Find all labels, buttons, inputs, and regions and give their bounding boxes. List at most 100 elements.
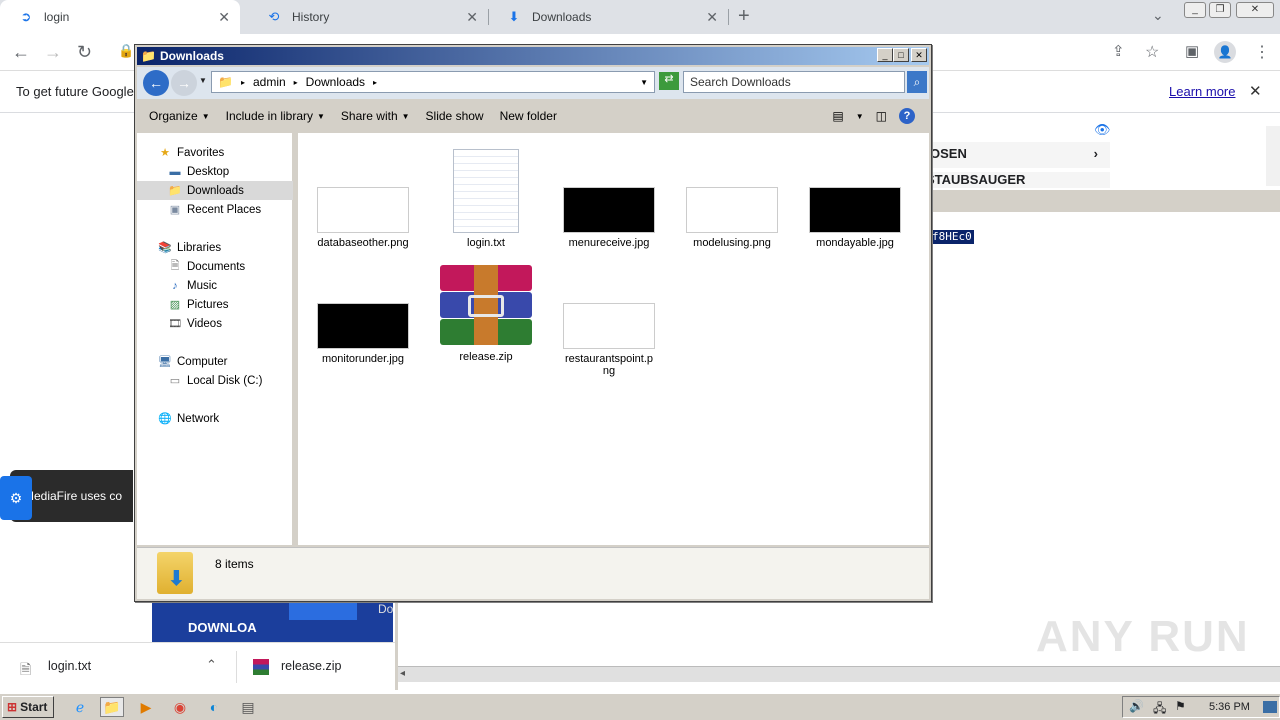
search-icon[interactable]: ⌕ <box>907 71 927 93</box>
nav-downloads[interactable]: 📁 Downloads <box>137 181 293 200</box>
file-name: mondayable.jpg <box>816 237 894 249</box>
flag-icon[interactable]: ⚑ <box>1175 699 1186 713</box>
minimize-button[interactable]: _ <box>877 48 893 62</box>
profile-avatar[interactable]: 👤 <box>1214 41 1236 63</box>
maximize-button[interactable]: □ <box>893 48 909 62</box>
explorer-taskbar-icon[interactable]: 📁 <box>100 697 124 717</box>
downloads-folder-icon: ⬇ <box>157 552 193 594</box>
window-title: Downloads <box>159 49 224 63</box>
winrar-icon <box>253 659 269 675</box>
chevron-right-icon: ▸ <box>240 77 245 87</box>
tab-login[interactable]: ➲ login ✕ <box>0 0 240 34</box>
address-box[interactable]: 📁 ▸ admin ▸ Downloads ▸ ▼ <box>211 71 655 93</box>
nav-favorites[interactable]: ★ Favorites <box>137 143 293 162</box>
tab-history[interactable]: ⟲ History ✕ <box>248 0 488 34</box>
nav-videos[interactable]: 🎞 Videos <box>137 314 293 333</box>
nav-documents[interactable]: 🗎 Documents <box>137 257 293 276</box>
libraries-icon: 📚 <box>158 242 172 254</box>
close-window-button[interactable]: ✕ <box>911 48 927 62</box>
chevron-down-icon[interactable]: ▼ <box>199 76 207 85</box>
speaker-icon[interactable]: 🔊 <box>1129 699 1144 713</box>
tab-downloads[interactable]: ⬇ Downloads ✕ <box>488 0 728 34</box>
maximize-button[interactable]: ❐ <box>1209 2 1231 18</box>
learn-more-link[interactable]: Learn more <box>1169 84 1235 99</box>
new-tab-button[interactable]: + <box>738 5 750 28</box>
share-with-button[interactable]: Share with ▼ <box>341 109 410 123</box>
close-icon[interactable]: ✕ <box>1249 82 1262 100</box>
history-icon: ⟲ <box>268 9 280 24</box>
preview-pane-icon[interactable]: ◫ <box>876 109 887 123</box>
file-item[interactable]: release.zip <box>431 263 541 363</box>
infobar-text: To get future Google <box>16 84 134 99</box>
new-folder-button[interactable]: New folder <box>500 109 557 123</box>
network-tray-icon[interactable]: 🖧 <box>1153 699 1166 720</box>
view-options-icon[interactable]: ▤ <box>832 109 843 123</box>
edge-icon[interactable]: ◐ <box>202 697 226 717</box>
slide-show-button[interactable]: Slide show <box>426 109 484 123</box>
menu-item[interactable]: OSEN › <box>930 142 1110 168</box>
download-item-name[interactable]: release.zip <box>281 659 341 673</box>
divider <box>236 651 237 683</box>
nav-recent-places[interactable]: ▣ Recent Places <box>137 200 293 219</box>
breadcrumb-item[interactable]: Downloads <box>306 75 365 89</box>
item-count: 8 items <box>215 557 254 571</box>
file-item[interactable]: monitorunder.jpg <box>308 263 418 365</box>
menu-item[interactable]: STAUBSAUGER <box>930 172 1110 188</box>
chevron-up-icon[interactable]: ⌃ <box>206 657 217 673</box>
internet-explorer-icon[interactable]: ℯ <box>68 697 92 717</box>
notepad-icon[interactable]: ▤ <box>236 697 260 717</box>
explorer-title-bar[interactable]: 📁 Downloads <box>137 47 929 65</box>
chevron-down-icon[interactable]: ⌄ <box>1152 7 1164 24</box>
file-item[interactable]: databaseother.png <box>308 147 418 249</box>
forward-icon[interactable]: → <box>44 42 62 63</box>
horizontal-scrollbar[interactable]: ◂ <box>398 666 1280 682</box>
download-item-name[interactable]: login.txt <box>48 659 91 673</box>
file-item[interactable]: modelusing.png <box>677 147 787 249</box>
breadcrumb-item[interactable]: admin <box>253 75 286 89</box>
clock[interactable]: 5:36 PM <box>1209 701 1250 713</box>
organize-button[interactable]: Organize ▼ <box>149 109 210 123</box>
scroll-left-icon[interactable]: ◂ <box>400 668 405 679</box>
close-icon[interactable]: ✕ <box>218 9 230 26</box>
back-icon[interactable]: ← <box>143 70 169 96</box>
nav-libraries[interactable]: 📚 Libraries <box>137 238 293 257</box>
help-icon[interactable]: ? <box>899 108 915 124</box>
nav-music[interactable]: ♪ Music <box>137 276 293 295</box>
close-icon[interactable]: ✕ <box>706 9 718 26</box>
include-in-library-button[interactable]: Include in library ▼ <box>226 109 325 123</box>
file-item[interactable]: login.txt <box>431 147 541 249</box>
settings-gear-icon[interactable]: ⚙ <box>0 476 32 520</box>
file-item[interactable]: restaurantspoint.png <box>554 263 664 377</box>
close-window-button[interactable]: ✕ <box>1236 2 1274 18</box>
forward-icon[interactable]: → <box>171 70 197 96</box>
refresh-icon[interactable]: ⇄ <box>659 72 679 90</box>
file-item[interactable]: menureceive.jpg <box>554 147 664 249</box>
chevron-right-icon: ▸ <box>293 77 298 87</box>
share-icon[interactable]: ⇪ <box>1112 42 1125 60</box>
nav-local-disk[interactable]: ▭ Local Disk (C:) <box>137 371 293 390</box>
bookmark-star-icon[interactable]: ☆ <box>1145 42 1159 62</box>
minimize-button[interactable]: _ <box>1184 2 1206 18</box>
scrollbar[interactable] <box>1266 126 1280 186</box>
media-player-icon[interactable]: ▶ <box>134 697 158 717</box>
back-icon[interactable]: ← <box>12 42 30 63</box>
search-input[interactable]: Search Downloads <box>683 71 905 93</box>
chevron-down-icon[interactable]: ▼ <box>856 112 864 121</box>
side-panel-icon[interactable]: ▣ <box>1185 42 1199 60</box>
chrome-icon[interactable]: ◉ <box>168 697 192 717</box>
menu-kebab-icon[interactable]: ⋮ <box>1254 42 1270 62</box>
show-desktop-icon[interactable] <box>1263 701 1277 713</box>
chevron-down-icon[interactable]: ▼ <box>640 78 648 87</box>
file-item[interactable]: mondayable.jpg <box>800 147 910 249</box>
tab-label: login <box>44 10 70 24</box>
nav-computer[interactable]: 🖥 Computer <box>137 352 293 371</box>
nav-desktop[interactable]: ▬ Desktop <box>137 162 293 181</box>
text-file-icon <box>453 149 519 233</box>
nav-network[interactable]: 🌐 Network <box>137 409 293 428</box>
close-icon[interactable]: ✕ <box>466 9 478 26</box>
start-button[interactable]: ⊞ Start <box>2 696 54 718</box>
reload-icon[interactable]: ↻ <box>77 42 92 63</box>
network-icon: 🌐 <box>158 413 172 425</box>
download-button[interactable] <box>289 600 357 620</box>
nav-pictures[interactable]: ▨ Pictures <box>137 295 293 314</box>
